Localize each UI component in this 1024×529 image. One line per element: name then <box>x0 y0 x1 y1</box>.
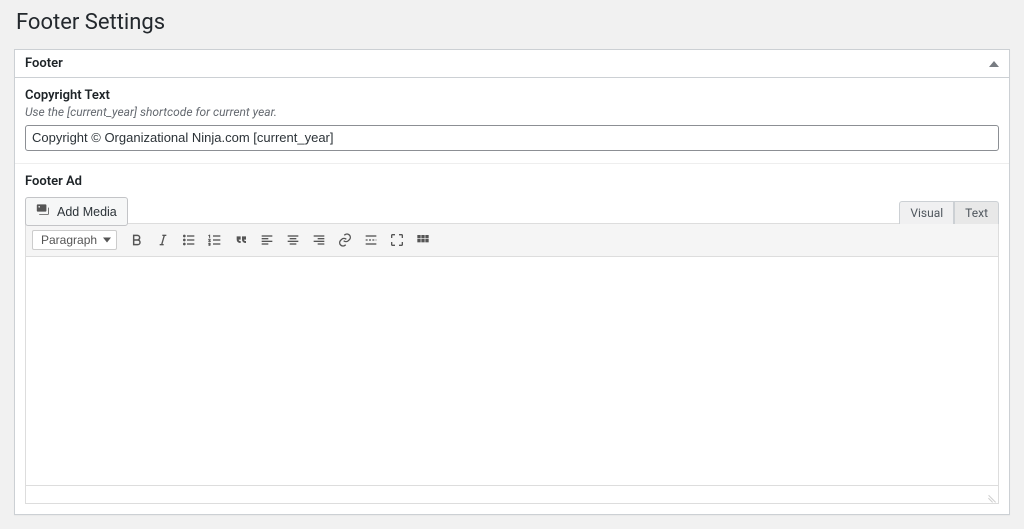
editor-statusbar <box>25 486 999 504</box>
collapse-icon[interactable] <box>989 61 999 67</box>
bold-button[interactable] <box>125 228 149 252</box>
add-media-button[interactable]: Add Media <box>25 197 128 226</box>
copyright-input[interactable] <box>25 125 999 151</box>
page-title: Footer Settings <box>16 10 1010 35</box>
svg-text:3: 3 <box>208 242 210 247</box>
panel-header[interactable]: Footer <box>15 50 1009 78</box>
footer-ad-section: Footer Ad Add Media Visual Text Para <box>15 164 1009 514</box>
align-center-button[interactable] <box>281 228 305 252</box>
footer-ad-editor[interactable] <box>25 256 999 486</box>
media-icon <box>36 202 52 221</box>
blockquote-button[interactable] <box>229 228 253 252</box>
fullscreen-button[interactable] <box>385 228 409 252</box>
align-left-button[interactable] <box>255 228 279 252</box>
align-right-button[interactable] <box>307 228 331 252</box>
tab-text[interactable]: Text <box>954 201 999 224</box>
tab-visual[interactable]: Visual <box>899 201 954 224</box>
footer-panel: Footer Copyright Text Use the [current_y… <box>14 49 1010 515</box>
panel-heading: Footer <box>25 56 63 71</box>
footer-ad-label: Footer Ad <box>25 174 999 189</box>
copyright-help: Use the [current_year] shortcode for cur… <box>25 105 999 119</box>
italic-button[interactable] <box>151 228 175 252</box>
copyright-section: Copyright Text Use the [current_year] sh… <box>15 78 1009 164</box>
format-select[interactable]: Paragraph <box>32 230 117 250</box>
link-button[interactable] <box>333 228 357 252</box>
copyright-label: Copyright Text <box>25 88 999 103</box>
resize-grip-icon[interactable] <box>984 490 996 502</box>
bullet-list-button[interactable] <box>177 228 201 252</box>
toolbar-toggle-button[interactable] <box>411 228 435 252</box>
read-more-button[interactable] <box>359 228 383 252</box>
numbered-list-button[interactable]: 123 <box>203 228 227 252</box>
add-media-label: Add Media <box>57 205 117 219</box>
editor-toolbar: Paragraph 123 <box>25 223 999 256</box>
